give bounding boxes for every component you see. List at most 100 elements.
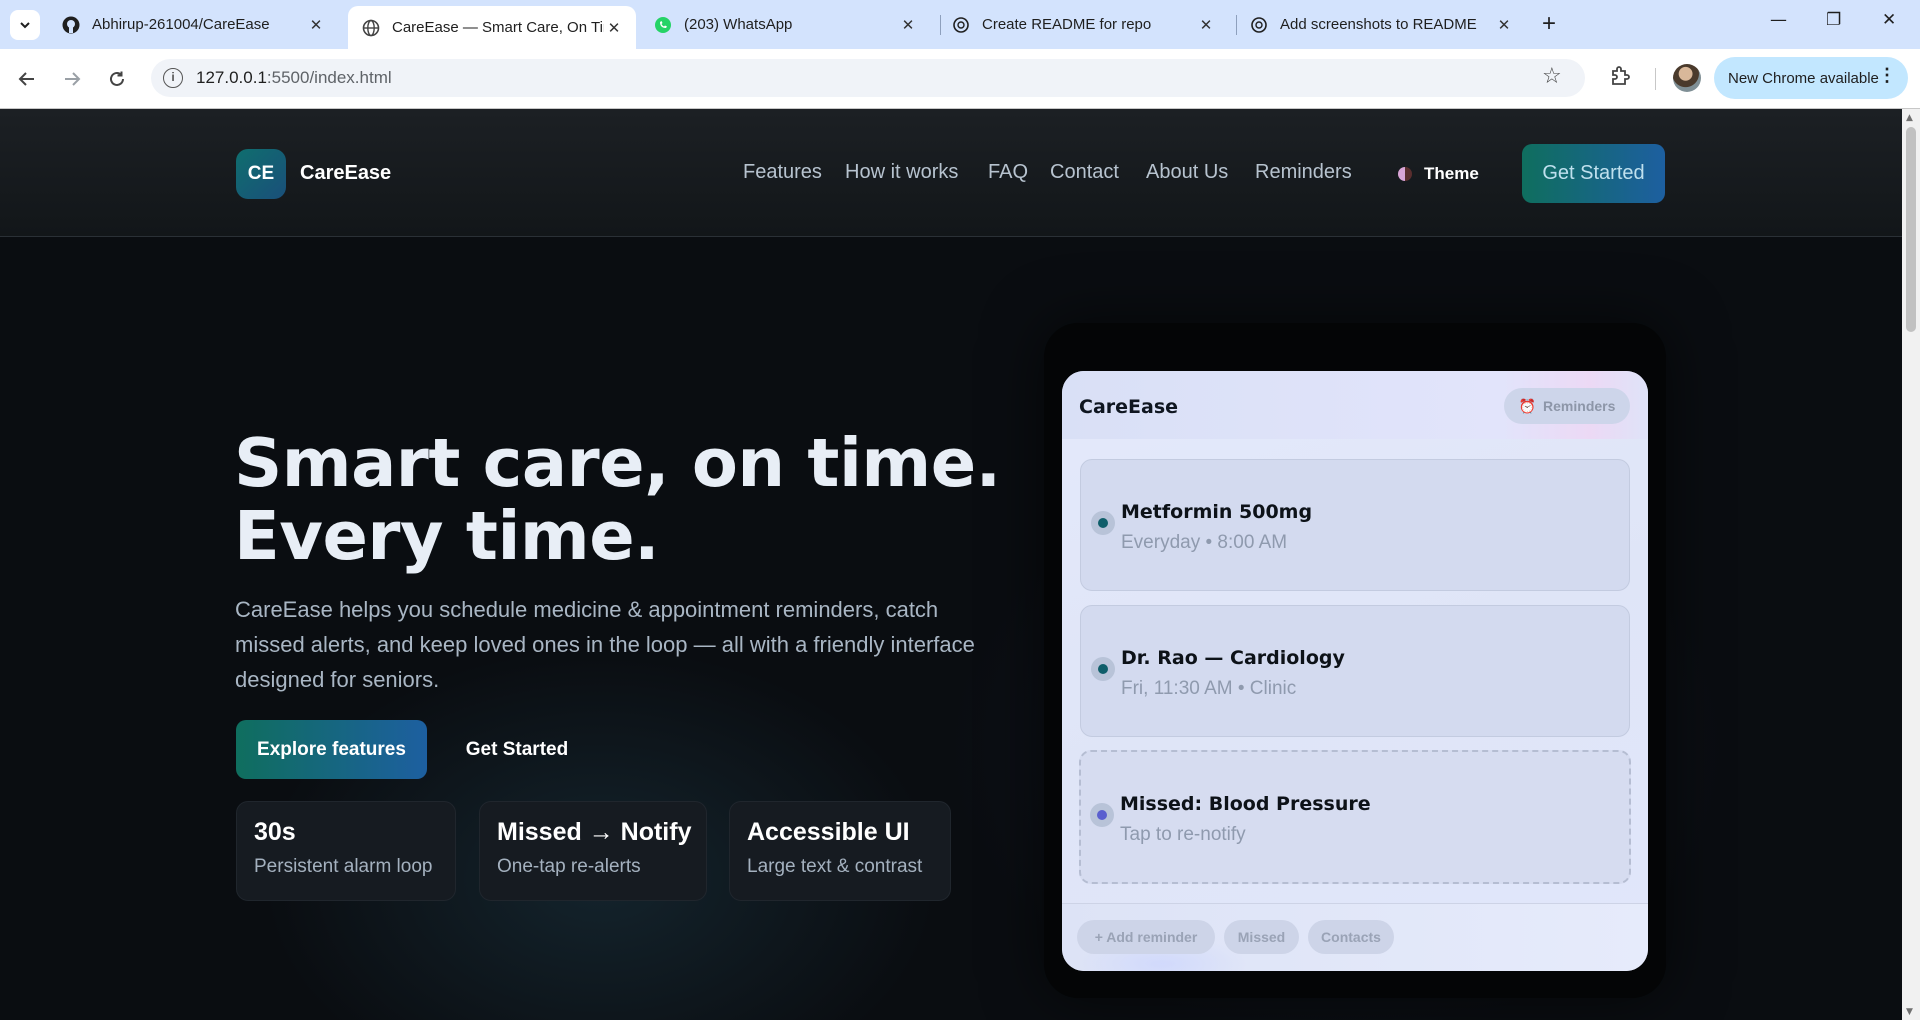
mockup-footer: + Add reminder Missed Contacts: [1062, 903, 1648, 971]
tab-title: Abhirup-261004/CareEase: [92, 16, 270, 33]
reminder-title: Metformin 500mg: [1121, 501, 1313, 523]
site-header: CE CareEase Features How it works FAQ Co…: [0, 109, 1902, 237]
scrollbar-thumb[interactable]: [1906, 127, 1916, 332]
stat-card: Accessible UI Large text & contrast: [729, 801, 951, 901]
forward-button[interactable]: [59, 66, 85, 92]
openai-icon: [952, 16, 970, 34]
reminder-subtitle: Fri, 11:30 AM • Clinic: [1121, 678, 1297, 699]
close-tab-icon[interactable]: ✕: [306, 16, 326, 34]
close-tab-icon[interactable]: ✕: [604, 19, 624, 37]
stat-label: One-tap re-alerts: [497, 856, 641, 877]
tab-github[interactable]: Abhirup-261004/CareEase ✕: [48, 6, 338, 43]
stat-value: Accessible UI: [747, 818, 910, 846]
stat-value: 30s: [254, 818, 296, 846]
reminder-subtitle: Everyday • 8:00 AM: [1121, 532, 1288, 553]
stat-card: Missed → Notify One-tap re-alerts: [479, 801, 707, 901]
reload-button[interactable]: [104, 66, 130, 92]
reminder-title: Dr. Rao — Cardiology: [1121, 647, 1345, 669]
extensions-icon[interactable]: [1608, 64, 1632, 92]
chrome-update-button[interactable]: New Chrome available ⋮: [1714, 57, 1908, 99]
chevron-down-icon: [20, 22, 30, 29]
missed-chip[interactable]: Missed: [1224, 920, 1299, 954]
theme-label: Theme: [1424, 164, 1479, 183]
nav-how-it-works[interactable]: How it works: [845, 161, 958, 184]
toolbar-divider: [1655, 68, 1656, 90]
site-info-icon[interactable]: i: [163, 68, 183, 88]
stat-label: Large text & contrast: [747, 856, 923, 877]
bookmark-star-icon[interactable]: ☆: [1542, 64, 1562, 89]
stat-value: Missed → Notify: [497, 818, 692, 846]
reminder-card[interactable]: Dr. Rao — Cardiology Fri, 11:30 AM • Cli…: [1080, 605, 1630, 737]
mockup-header: CareEase ⏰ Reminders: [1062, 371, 1648, 439]
whatsapp-icon: [654, 16, 672, 34]
status-dot-icon: [1091, 511, 1115, 535]
stat-label: Persistent alarm loop: [254, 856, 433, 877]
header-get-started-button[interactable]: Get Started: [1522, 144, 1665, 203]
alarm-clock-icon: ⏰: [1518, 397, 1537, 414]
browser-tabstrip: Abhirup-261004/CareEase ✕ CareEase — Sma…: [0, 0, 1920, 49]
close-window-button[interactable]: ✕: [1882, 10, 1896, 30]
tab-title: Add screenshots to README: [1280, 16, 1477, 33]
profile-avatar[interactable]: [1673, 64, 1701, 92]
hero-title: Smart care, on time. Every time.: [234, 427, 1001, 573]
mockup-reminders-pill[interactable]: ⏰ Reminders: [1504, 388, 1630, 424]
nav-about-us[interactable]: About Us: [1146, 161, 1228, 184]
tab-chatgpt-screenshots[interactable]: Add screenshots to README ✕: [1236, 6, 1526, 43]
tab-title: Create README for repo: [982, 16, 1152, 33]
tab-title: (203) WhatsApp: [684, 16, 793, 33]
phone-mockup: CareEase ⏰ Reminders Metformin 500mg Eve…: [1044, 323, 1666, 998]
mockup-screen: CareEase ⏰ Reminders Metformin 500mg Eve…: [1062, 371, 1648, 971]
page-scrollbar[interactable]: ▲ ▼: [1902, 109, 1920, 1020]
arrow-left-icon: [18, 72, 34, 86]
nav-faq[interactable]: FAQ: [988, 161, 1028, 184]
reload-icon: [110, 71, 124, 86]
nav-reminders[interactable]: Reminders: [1255, 161, 1352, 184]
reminders-pill-label: Reminders: [1543, 398, 1616, 414]
arrow-right-icon: [65, 72, 81, 86]
tab-careease[interactable]: CareEase — Smart Care, On Tim ✕: [348, 6, 636, 49]
theme-icon: [1398, 167, 1412, 181]
tab-chatgpt-readme[interactable]: Create README for repo ✕: [938, 6, 1228, 43]
close-tab-icon[interactable]: ✕: [1196, 16, 1216, 34]
hero-subtitle: CareEase helps you schedule medicine & a…: [235, 597, 975, 692]
page-viewport: CE CareEase Features How it works FAQ Co…: [0, 109, 1902, 1020]
contacts-chip[interactable]: Contacts: [1308, 920, 1394, 954]
hero-get-started-button[interactable]: Get Started: [444, 720, 590, 779]
nav-contact[interactable]: Contact: [1050, 161, 1119, 184]
stat-card: 30s Persistent alarm loop: [236, 801, 456, 901]
missed-dot-icon: [1090, 803, 1114, 827]
reminder-card[interactable]: Metformin 500mg Everyday • 8:00 AM: [1080, 459, 1630, 591]
update-label: New Chrome available: [1728, 69, 1879, 87]
logo-name[interactable]: CareEase: [300, 162, 391, 185]
scroll-down-icon[interactable]: ▼: [1906, 1007, 1913, 1017]
globe-icon: [362, 19, 380, 37]
back-button[interactable]: [14, 66, 40, 92]
minimize-button[interactable]: —: [1770, 10, 1787, 30]
logo-badge[interactable]: CE: [236, 149, 286, 199]
close-tab-icon[interactable]: ✕: [1494, 16, 1514, 34]
tab-title: CareEase — Smart Care, On Tim: [392, 19, 604, 36]
nav-features[interactable]: Features: [743, 161, 822, 184]
new-tab-button[interactable]: +: [1542, 12, 1556, 36]
browser-toolbar: i 127.0.0.1:5500/index.html ☆ New Chrome…: [0, 49, 1920, 109]
mockup-app-title: CareEase: [1079, 396, 1179, 418]
address-bar[interactable]: i 127.0.0.1:5500/index.html: [151, 59, 1585, 97]
url-text[interactable]: 127.0.0.1:5500/index.html: [196, 68, 392, 88]
theme-toggle-button[interactable]: Theme: [1384, 159, 1494, 189]
close-tab-icon[interactable]: ✕: [898, 16, 918, 34]
hero-title-line2: Every time.: [234, 497, 660, 575]
explore-features-button[interactable]: Explore features: [236, 720, 427, 779]
kebab-menu-icon[interactable]: ⋮: [1878, 65, 1896, 86]
reminder-title: Missed: Blood Pressure: [1120, 793, 1371, 815]
missed-reminder-card[interactable]: Missed: Blood Pressure Tap to re-notify: [1079, 750, 1631, 884]
restore-button[interactable]: ❐: [1826, 10, 1841, 30]
tab-whatsapp[interactable]: (203) WhatsApp ✕: [640, 6, 930, 43]
status-dot-icon: [1091, 657, 1115, 681]
scroll-up-icon[interactable]: ▲: [1906, 113, 1913, 123]
reminder-subtitle: Tap to re-notify: [1120, 824, 1246, 845]
add-reminder-chip[interactable]: + Add reminder: [1077, 920, 1215, 954]
hero-title-line1: Smart care, on time.: [234, 424, 1001, 502]
github-icon: [62, 16, 80, 34]
tab-search-button[interactable]: [10, 10, 40, 40]
openai-icon: [1250, 16, 1268, 34]
